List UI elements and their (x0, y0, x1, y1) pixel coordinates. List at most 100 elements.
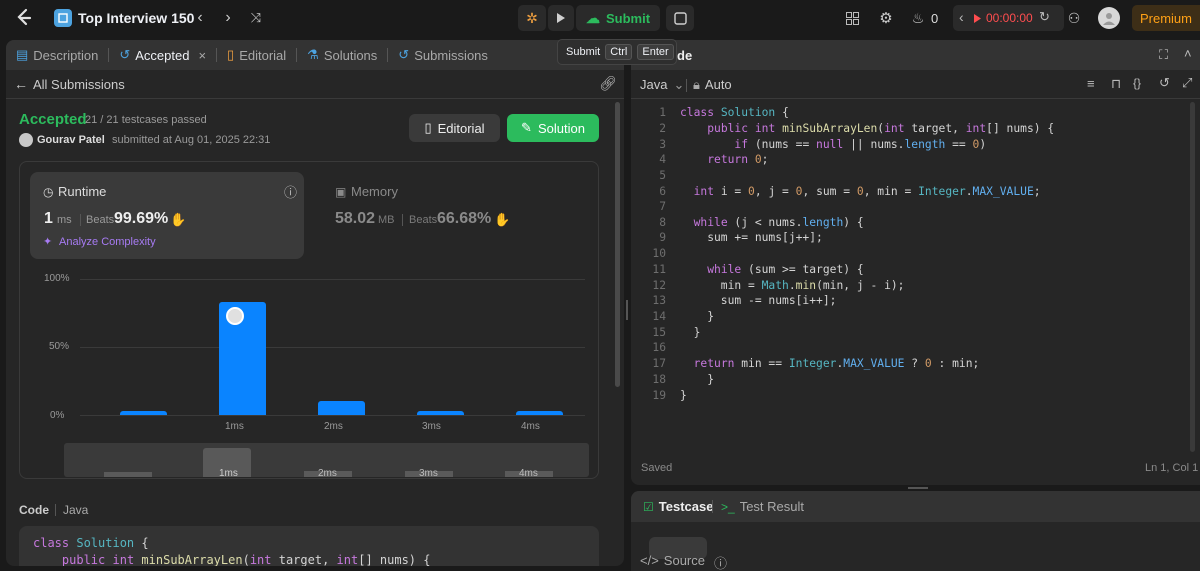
testcase-panel: ☑ Testcase >_ Test Result </> Source ⓘ (631, 491, 1200, 571)
mini-label: 4ms (519, 468, 538, 477)
code-line: sum -= nums[i++]; (680, 294, 837, 307)
tab-solutions[interactable]: ⚗ Solutions (297, 40, 387, 70)
edit-icon: ✎ (521, 120, 532, 135)
book-icon: ▯ (227, 47, 235, 62)
divider (686, 79, 687, 92)
braces-icon[interactable]: {} (1133, 76, 1141, 90)
premium-button[interactable]: Premium (1132, 5, 1200, 31)
chart-bar-3ms[interactable] (417, 410, 464, 415)
streak-count: 0 (931, 11, 939, 26)
avatar[interactable] (1098, 7, 1120, 29)
analyze-complexity-link[interactable]: Analyze Complexity (59, 236, 156, 248)
your-submission-avatar[interactable] (226, 307, 244, 325)
editor-scrollbar[interactable] (1190, 102, 1195, 452)
line-number: 9 (659, 231, 666, 244)
reset-icon[interactable]: ↺ (1159, 75, 1170, 91)
run-button[interactable] (548, 5, 574, 31)
bookmark-icon[interactable]: ⊓ (1111, 76, 1121, 92)
source-label[interactable]: </> Source ⓘ (640, 553, 727, 571)
horizontal-splitter[interactable] (908, 487, 928, 489)
range-selector[interactable]: 1ms 2ms 3ms 4ms (64, 443, 589, 477)
line-number: 6 (659, 185, 666, 198)
left-tab-bar: ▤ Description ↺ Accepted × ▯ Editorial ⚗… (6, 40, 624, 70)
next-problem-icon[interactable]: › (218, 8, 238, 28)
runtime-card[interactable]: ◷ Runtime ⓘ 1 ms Beats 99.69% ✋ ✦ Analyz… (30, 172, 304, 259)
code-line: int i = 0, j = 0, sum = 0, min = Integer… (693, 185, 1041, 198)
editor-tab-title[interactable]: de (677, 48, 692, 63)
timer-collapse-icon[interactable]: ‹ (959, 9, 964, 25)
back-arrow-icon[interactable]: ← (14, 76, 28, 92)
share-link-icon[interactable]: 🔗︎ (599, 75, 617, 92)
timer-widget[interactable]: ‹ 00:00:00 ↻ (953, 5, 1064, 31)
chevron-up-icon[interactable]: ˄ (1184, 46, 1192, 61)
left-scrollbar[interactable] (615, 102, 620, 387)
timer-play-icon[interactable] (973, 13, 982, 24)
chart-bar-2ms[interactable] (318, 401, 365, 415)
editorial-button[interactable]: ▯ Editorial (409, 114, 500, 142)
tab-divider (712, 500, 713, 513)
tab-editorial[interactable]: ▯ Editorial (217, 40, 296, 70)
lock-icon: 🔒︎ (693, 77, 700, 92)
notes-icon[interactable] (666, 5, 694, 31)
save-status: Saved (641, 462, 673, 474)
testcase-tab-bar: ☑ Testcase >_ Test Result (631, 491, 1200, 522)
tab-accepted[interactable]: ↺ Accepted × (109, 40, 216, 70)
autocomplete-mode[interactable]: 🔒︎ Auto (693, 77, 732, 93)
line-number: 10 (652, 247, 666, 260)
clap-icon: ✋ (170, 212, 187, 227)
x-tick-label: 1ms (225, 421, 244, 432)
language-selector[interactable]: Java ⌄ (640, 77, 684, 93)
problem-list-title[interactable]: Top Interview 150 (78, 10, 194, 26)
author-avatar[interactable] (19, 133, 33, 147)
timer-reset-icon[interactable]: ↻ (1039, 9, 1050, 25)
mini-label: 1ms (219, 468, 238, 477)
code-preview-line: public int minSubArrayLen(int target, in… (61, 553, 431, 566)
leetcode-logo-icon[interactable] (14, 8, 34, 28)
vertical-splitter[interactable] (626, 300, 628, 320)
code-language: Java (63, 503, 89, 517)
line-number: 5 (659, 169, 666, 182)
tab-submissions[interactable]: ↺ Submissions (388, 40, 498, 70)
tab-description[interactable]: ▤ Description (6, 40, 108, 70)
mini-label: 3ms (419, 468, 438, 477)
clock-icon: ◷ (43, 185, 54, 199)
format-icon[interactable]: ≡ (1087, 76, 1095, 91)
tab-testcase[interactable]: ☑ Testcase (643, 499, 713, 514)
performance-card: ◷ Runtime ⓘ 1 ms Beats 99.69% ✋ ✦ Analyz… (19, 161, 599, 479)
all-submissions-link[interactable]: All Submissions (33, 77, 125, 92)
tab-test-result[interactable]: >_ Test Result (721, 499, 804, 514)
close-tab-icon[interactable]: × (198, 48, 206, 63)
memory-title: Memory (351, 184, 398, 199)
help-icon[interactable]: ⓘ (714, 553, 727, 571)
settings-gear-icon[interactable]: ⚙ (876, 8, 896, 28)
chevron-down-icon: ⌄ (673, 77, 685, 92)
expand-icon[interactable]: ⛶ (1159, 47, 1168, 63)
line-number: 19 (652, 389, 666, 402)
line-number: 1 (659, 106, 666, 119)
add-user-icon[interactable]: ⚇ (1064, 8, 1084, 28)
memory-card[interactable]: ▣ Memory 58.02 MB Beats 66.68% ✋ (329, 172, 589, 259)
memory-beats-value: 66.68% (437, 210, 492, 227)
line-number: 15 (652, 326, 666, 339)
submit-button[interactable]: ☁ Submit (576, 5, 660, 31)
info-icon[interactable]: ⓘ (284, 182, 297, 201)
shuffle-icon[interactable]: ⤨ (246, 8, 266, 28)
author-name[interactable]: Gourav Patel (37, 134, 105, 146)
line-number: 13 (652, 294, 666, 307)
line-number: 12 (652, 279, 666, 292)
problem-list-icon[interactable] (54, 9, 72, 27)
code-line: return 0; (707, 153, 769, 166)
debug-icon[interactable]: ✲ (518, 5, 546, 31)
chart-bar-4ms[interactable] (516, 410, 563, 415)
divider (6, 98, 624, 99)
layout-icon[interactable] (842, 8, 862, 28)
grid-line (80, 415, 585, 416)
mini-label: 2ms (318, 468, 337, 477)
submitted-at: submitted at Aug 01, 2025 22:31 (112, 134, 271, 146)
prev-problem-icon[interactable]: ‹ (190, 8, 210, 28)
solution-button[interactable]: ✎ Solution (507, 114, 599, 142)
maximize-icon[interactable]: ⤢ (1182, 75, 1192, 91)
chart-bar-0ms[interactable] (120, 410, 167, 415)
streak-fire-icon[interactable]: ♨ (910, 8, 926, 28)
runtime-value: 1 (44, 210, 53, 227)
